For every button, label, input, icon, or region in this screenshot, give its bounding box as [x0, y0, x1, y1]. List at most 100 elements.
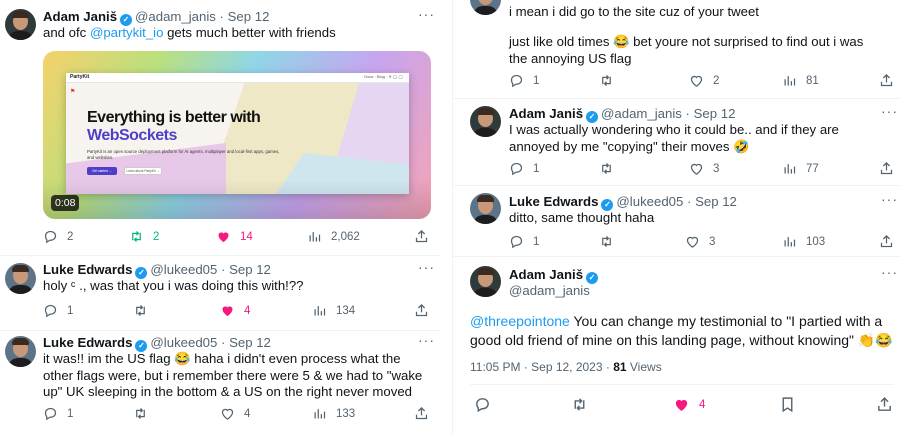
- like-button[interactable]: 4: [220, 303, 250, 318]
- more-icon[interactable]: ···: [881, 264, 898, 280]
- tweet-date[interactable]: · Sep 12: [687, 194, 737, 209]
- avatar[interactable]: [470, 106, 501, 137]
- author-name[interactable]: Luke Edwards: [509, 194, 598, 209]
- video-media[interactable]: PartyKit Docs · Blog · ✕ ◯ ◯ ⚑ Everythin…: [43, 51, 431, 219]
- more-icon[interactable]: ···: [418, 259, 435, 275]
- tweet-header: Luke Edwards ✓ @lukeed05 · Sep 12: [43, 262, 271, 279]
- views-icon: [784, 76, 796, 86]
- author-handle[interactable]: @adam_janis: [601, 106, 682, 121]
- retweet-button[interactable]: [599, 234, 623, 249]
- share-button[interactable]: [879, 161, 894, 176]
- views-button[interactable]: 77: [782, 161, 819, 176]
- views-button[interactable]: 2,062: [307, 229, 360, 244]
- reply-button[interactable]: 1: [509, 234, 539, 249]
- avatar[interactable]: [5, 9, 36, 40]
- site-brand: PartyKit: [70, 74, 90, 80]
- tweet-date[interactable]: · Sep 12: [221, 262, 271, 277]
- like-button[interactable]: 3: [685, 234, 715, 249]
- bookmark-icon: [782, 397, 793, 413]
- author-name[interactable]: Luke Edwards: [43, 262, 132, 277]
- views-icon: [784, 164, 796, 174]
- views-button[interactable]: 134: [312, 303, 355, 318]
- more-icon[interactable]: ···: [881, 103, 898, 119]
- share-icon: [878, 397, 891, 411]
- author-name[interactable]: Luke Edwards: [43, 335, 132, 350]
- share-button[interactable]: [879, 234, 894, 249]
- like-button[interactable]: 4: [220, 406, 250, 421]
- share-button[interactable]: [414, 229, 429, 244]
- author-handle[interactable]: @lukeed05: [150, 335, 217, 350]
- views-button[interactable]: 103: [782, 234, 825, 249]
- share-button[interactable]: [414, 406, 429, 421]
- like-button[interactable]: 2: [689, 73, 719, 88]
- mention-link[interactable]: @threepointone: [470, 313, 570, 329]
- tweet-text: @threepointone You can change my testimo…: [470, 313, 893, 348]
- tweet-date[interactable]: · Sep 12: [686, 106, 736, 121]
- tweet-luke-us-flag[interactable]: Luke Edwards ✓ @lukeed05 · Sep 12 ··· it w…: [0, 331, 441, 434]
- retweet-icon: [574, 398, 585, 411]
- author-handle[interactable]: @lukeed05: [150, 262, 217, 277]
- views-button[interactable]: 81: [782, 73, 819, 88]
- author-name[interactable]: Adam Janiš: [43, 9, 117, 24]
- like-button[interactable]: 3: [689, 161, 719, 176]
- tweet-luke-holy[interactable]: Luke Edwards ✓ @lukeed05 · Sep 12 ··· holy…: [0, 258, 441, 330]
- tweet-actions: 1 3 103: [509, 234, 899, 252]
- author-name[interactable]: Adam Janiš: [509, 106, 583, 121]
- retweet-button[interactable]: [571, 396, 588, 413]
- like-icon: [221, 408, 234, 420]
- tweet-header: Adam Janiš ✓: [509, 267, 601, 284]
- more-icon[interactable]: ···: [418, 6, 435, 22]
- reply-button[interactable]: 1: [43, 303, 73, 318]
- reply-button[interactable]: 1: [509, 161, 539, 176]
- like-button[interactable]: 4: [673, 396, 705, 413]
- tweet-text-line2: just like old times 😂 bet youre not surp…: [509, 34, 864, 66]
- bookmark-button[interactable]: [779, 396, 796, 413]
- tweet-actions: 1 4 133: [43, 406, 433, 424]
- mention-link[interactable]: @partykit_io: [90, 25, 164, 40]
- views-icon: [314, 409, 326, 419]
- like-button[interactable]: 14: [216, 229, 253, 244]
- author-handle[interactable]: @adam_janis: [135, 9, 216, 24]
- like-icon: [690, 163, 703, 175]
- share-button[interactable]: [414, 303, 429, 318]
- tweet-adam-wondering[interactable]: Adam Janiš ✓ @adam_janis · Sep 12 ··· I wa…: [453, 99, 900, 185]
- author-handle[interactable]: @adam_janis: [509, 283, 590, 298]
- retweet-icon: [602, 163, 611, 174]
- reply-button[interactable]: 1: [509, 73, 539, 88]
- flag-icon: ⚑: [70, 89, 76, 95]
- tweet-timestamp[interactable]: 11:05 PM · Sep 12, 2023 · 81 Views: [470, 360, 662, 374]
- reply-button[interactable]: [474, 396, 491, 413]
- retweet-icon: [136, 408, 145, 419]
- tweet-luke-ditto[interactable]: Luke Edwards ✓ @lukeed05 · Sep 12 ··· ditt…: [453, 186, 900, 256]
- retweet-button[interactable]: 2: [129, 229, 159, 244]
- avatar[interactable]: [470, 0, 501, 15]
- avatar[interactable]: [470, 266, 501, 297]
- retweet-button[interactable]: [599, 161, 623, 176]
- tweet-luke-went-to-site[interactable]: i mean i did go to the site cuz of your …: [453, 0, 900, 97]
- share-button[interactable]: [879, 73, 894, 88]
- site-nav: Docs · Blog · ✕ ◯ ◯: [364, 74, 403, 79]
- views-button[interactable]: 133: [312, 406, 355, 421]
- author-handle[interactable]: @lukeed05: [616, 194, 683, 209]
- reply-button[interactable]: 1: [43, 406, 73, 421]
- views-icon: [784, 237, 796, 247]
- retweet-icon: [132, 231, 141, 242]
- tweet-adam-partykit[interactable]: Adam Janiš ✓ @adam_janis · Sep 12 ··· and …: [0, 0, 441, 258]
- avatar[interactable]: [5, 336, 36, 367]
- share-button[interactable]: [876, 396, 893, 413]
- reply-button[interactable]: 2: [43, 229, 73, 244]
- tweet-date[interactable]: · Sep 12: [221, 335, 271, 350]
- more-icon[interactable]: ···: [418, 332, 435, 348]
- more-icon[interactable]: ···: [881, 191, 898, 207]
- retweet-button[interactable]: [133, 303, 157, 318]
- tweet-date[interactable]: · Sep 12: [220, 9, 270, 24]
- main-tweet-adam[interactable]: Adam Janiš ✓ @adam_janis ··· @threepointo…: [453, 257, 900, 434]
- retweet-button[interactable]: [599, 73, 623, 88]
- retweet-button[interactable]: [133, 406, 157, 421]
- tweet-text: and ofc @partykit_io gets much better wi…: [43, 25, 336, 40]
- avatar[interactable]: [5, 263, 36, 294]
- author-name[interactable]: Adam Janiš: [509, 267, 583, 282]
- avatar[interactable]: [470, 193, 501, 224]
- tweet-actions: 1 3 77: [509, 161, 899, 179]
- tweet-header: Luke Edwards ✓ @lukeed05 · Sep 12: [509, 194, 737, 211]
